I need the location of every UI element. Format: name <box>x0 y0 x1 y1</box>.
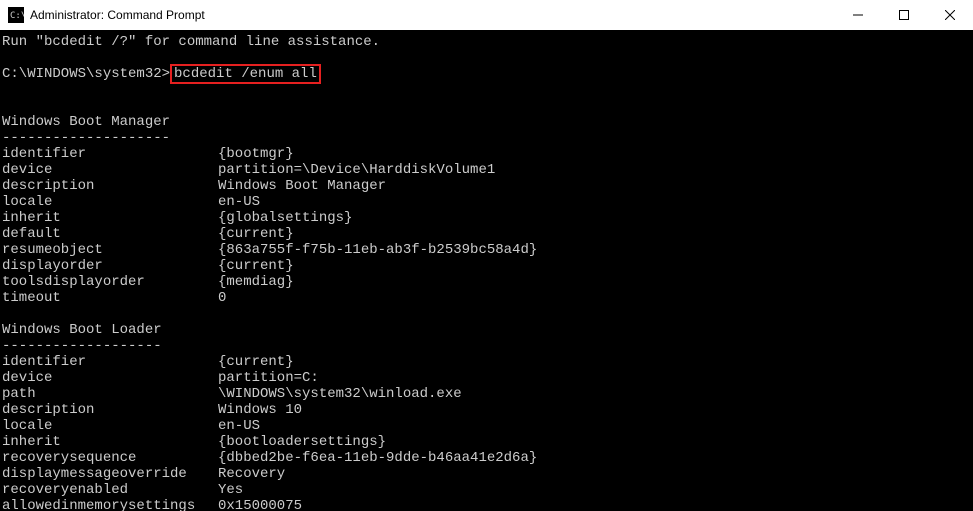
table-row: path\WINDOWS\system32\winload.exe <box>2 386 971 402</box>
prompt-path: C:\WINDOWS\system32> <box>2 66 170 82</box>
table-row: recoverysequence{dbbed2be-f6ea-11eb-9dde… <box>2 450 971 466</box>
section-header-1: Windows Boot Loader <box>2 322 971 338</box>
table-row: toolsdisplayorder{memdiag} <box>2 274 971 290</box>
command-text: bcdedit /enum all <box>174 66 317 82</box>
prompt-line: C:\WINDOWS\system32>bcdedit /enum all <box>2 66 971 82</box>
section-header-0: Windows Boot Manager <box>2 114 971 130</box>
minimize-button[interactable] <box>835 0 881 30</box>
window-controls <box>835 0 973 30</box>
close-button[interactable] <box>927 0 973 30</box>
command-highlight: bcdedit /enum all <box>170 64 321 84</box>
table-row: localeen-US <box>2 418 971 434</box>
table-row: descriptionWindows Boot Manager <box>2 178 971 194</box>
table-row: resumeobject{863a755f-f75b-11eb-ab3f-b25… <box>2 242 971 258</box>
section-dashes-0: -------------------- <box>2 130 971 146</box>
table-row: devicepartition=C: <box>2 370 971 386</box>
table-row: identifier{current} <box>2 354 971 370</box>
table-row: localeen-US <box>2 194 971 210</box>
window-title: Administrator: Command Prompt <box>30 8 835 22</box>
table-row: inherit{globalsettings} <box>2 210 971 226</box>
table-row: allowedinmemorysettings0x15000075 <box>2 498 971 511</box>
command-prompt-window: C:\ Administrator: Command Prompt Run "b… <box>0 0 973 511</box>
table-row: displayorder{current} <box>2 258 971 274</box>
table-row: identifier{bootmgr} <box>2 146 971 162</box>
svg-text:C:\: C:\ <box>10 11 24 21</box>
table-row: descriptionWindows 10 <box>2 402 971 418</box>
table-row: timeout0 <box>2 290 971 306</box>
table-row: devicepartition=\Device\HarddiskVolume1 <box>2 162 971 178</box>
table-row: recoveryenabledYes <box>2 482 971 498</box>
maximize-button[interactable] <box>881 0 927 30</box>
section-dashes-1: ------------------- <box>2 338 971 354</box>
table-row: default{current} <box>2 226 971 242</box>
title-bar: C:\ Administrator: Command Prompt <box>0 0 973 30</box>
table-row: inherit{bootloadersettings} <box>2 434 971 450</box>
help-line: Run "bcdedit /?" for command line assist… <box>2 34 971 50</box>
terminal-output[interactable]: Run "bcdedit /?" for command line assist… <box>0 30 973 511</box>
cmd-icon: C:\ <box>8 7 24 23</box>
table-row: displaymessageoverrideRecovery <box>2 466 971 482</box>
